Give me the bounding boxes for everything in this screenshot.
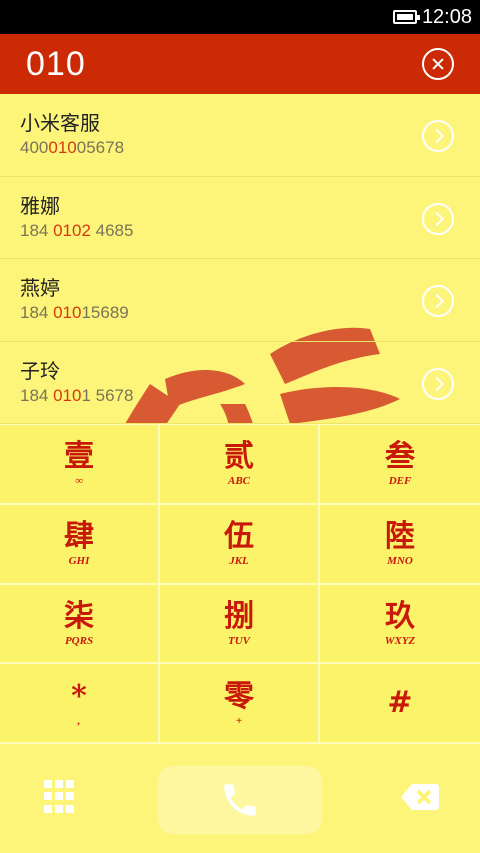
- dialed-number[interactable]: 010: [26, 45, 86, 84]
- contact-name: 小米客服: [20, 111, 100, 135]
- contact-row[interactable]: 子玲 184 0101 5678: [0, 342, 480, 424]
- contact-name: 燕婷: [20, 276, 60, 300]
- dial-header: 010: [0, 34, 480, 94]
- dialer-action-bar: [0, 744, 480, 853]
- key-star[interactable]: *,: [0, 664, 160, 744]
- chevron-right-circle-icon[interactable]: [422, 120, 454, 152]
- contact-phone: 184 0101 5678: [20, 385, 134, 405]
- chevron-right-circle-icon[interactable]: [422, 202, 454, 235]
- battery-icon: [392, 10, 420, 24]
- contact-phone: 40001005678: [20, 138, 125, 157]
- status-time: 12:08: [421, 5, 472, 28]
- phone-icon: [224, 784, 256, 816]
- call-button[interactable]: [158, 766, 322, 834]
- key-8[interactable]: 捌 TUV: [160, 584, 320, 665]
- contact-row[interactable]: 小米客服 40001005678: [0, 94, 480, 177]
- contact-row[interactable]: 燕婷 184 01015689: [0, 259, 480, 342]
- contact-phone: 184 01015689: [20, 303, 129, 322]
- key-hash[interactable]: #: [320, 664, 480, 744]
- clear-number-button[interactable]: [422, 48, 454, 80]
- chevron-right-circle-icon[interactable]: [422, 285, 454, 317]
- key-2[interactable]: 贰 ABC: [160, 425, 320, 505]
- dial-keypad: 壹 ∞ 贰 ABC 叁 DEF 肆 GHI 伍 JKL 陸 MNO 柒 PQRS 捌 TUV 玖…: [0, 424, 480, 744]
- status-bar: 12:08: [0, 0, 480, 34]
- key-6[interactable]: 陸 MNO: [320, 504, 480, 585]
- contact-results-list: 小米客服 40001005678 雅娜 184 0102 4685 燕婷 184…: [0, 94, 480, 424]
- chevron-right-circle-icon[interactable]: [422, 367, 454, 400]
- backspace-icon[interactable]: [400, 782, 440, 812]
- dialpad-icon[interactable]: [42, 780, 76, 814]
- key-5[interactable]: 伍 JKL: [160, 504, 320, 585]
- contact-name: 子玲: [20, 358, 60, 383]
- key-4[interactable]: 肆 GHI: [0, 504, 160, 585]
- key-7[interactable]: 柒 PQRS: [0, 584, 160, 665]
- contact-row[interactable]: 雅娜 184 0102 4685: [0, 177, 480, 259]
- key-3[interactable]: 叁 DEF: [320, 425, 480, 505]
- key-0[interactable]: 零 +: [160, 664, 320, 744]
- contact-name: 雅娜: [20, 193, 60, 218]
- key-9[interactable]: 玖 WXYZ: [320, 584, 480, 665]
- key-1[interactable]: 壹 ∞: [0, 425, 160, 505]
- contact-phone: 184 0102 4685: [20, 220, 134, 240]
